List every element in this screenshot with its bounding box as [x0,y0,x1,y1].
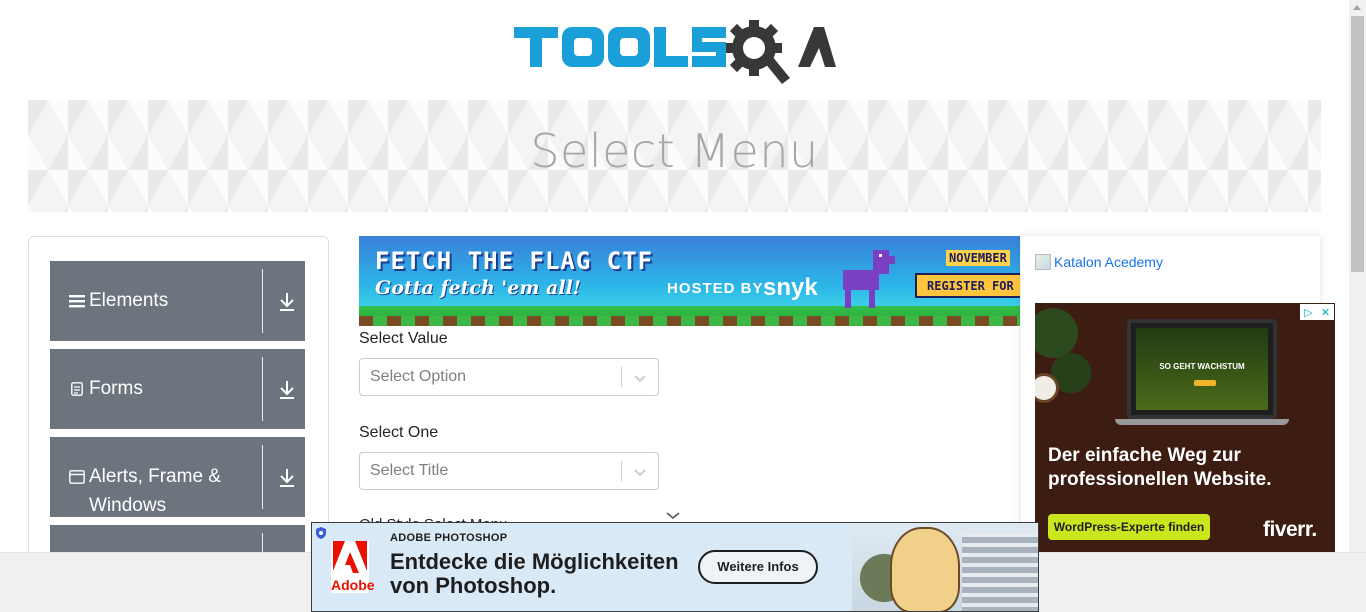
adchoices-badge[interactable]: ▷ ✕ [1300,304,1334,320]
page-scrollbar[interactable] [1349,0,1366,552]
katalon-alt-text: Katalon Acedemy [1054,254,1163,270]
sidebar-group-elements[interactable]: Elements [50,261,305,341]
broken-image-icon [1035,254,1051,270]
adobe-photoshop-ad[interactable]: Adobe ADOBE PHOTOSHOP Entdecke die Mögli… [311,522,1039,612]
adchoices-icon[interactable]: ▷ [1300,304,1317,320]
indicator-separator [621,461,622,481]
shield-icon [315,526,327,539]
fiverr-cta-button[interactable]: WordPress-Experte finden [1048,514,1210,540]
window-icon [68,462,86,491]
sidebar-group-label-cont: Windows [89,495,167,516]
indicator-separator [621,367,622,387]
scroll-up-arrow-icon[interactable] [1353,5,1361,10]
divider [262,269,263,333]
laptop-image: SO GEHT WACHSTUM [1127,319,1277,419]
chevron-down-icon[interactable] [632,464,648,480]
ad-month: NOVEMBER [946,250,1010,266]
select-value-label: Select Value [359,330,448,347]
ad-ground [359,316,1020,326]
divider [262,357,263,421]
dog-mascot [837,242,897,312]
download-icon [277,291,297,313]
close-icon[interactable]: ✕ [1317,304,1334,320]
toolsqa-logo[interactable] [514,16,838,90]
ad-register-button[interactable]: REGISTER FOR [915,273,1020,298]
ad-title: FETCH THE FLAG CTF [375,247,654,275]
select-one-dropdown[interactable]: Select Title [359,452,659,490]
sidebar-group-label: Forms [89,378,143,399]
document-icon [68,374,86,403]
select-one-label: Select One [359,424,439,441]
scrollbar-thumb[interactable] [1351,16,1364,272]
page-banner: Select Menu [28,100,1321,212]
download-icon [277,467,297,489]
katalon-academy-image[interactable]: Katalon Acedemy [1035,254,1163,270]
ad-illustration [852,523,1038,611]
laptop-base [1115,419,1289,425]
download-icon [277,379,297,401]
sidebar-group-label: Elements [89,290,169,311]
sidebar: Elements Forms Alerts, Frame & Windows [28,236,329,566]
page-title: Select Menu [530,124,819,178]
snyk-logo: snyk [763,274,818,301]
fiverr-ad[interactable]: SO GEHT WACHSTUM ▷ ✕ Der einfache Weg zu… [1035,303,1335,552]
laptop-screen-text: SO GEHT WACHSTUM [1159,362,1245,371]
select-placeholder: Select Title [370,462,449,479]
fiverr-logo: fiverr. [1263,518,1317,541]
chevron-down-icon[interactable] [664,507,682,523]
weitere-infos-button[interactable]: Weitere Infos [698,550,818,584]
select-value-dropdown[interactable]: Select Option [359,358,659,396]
ad-hosted-by: HOSTED BY [667,280,764,297]
building-decoration [962,533,1038,611]
sidebar-group-forms[interactable]: Forms [50,349,305,429]
select-placeholder: Select Option [370,368,467,385]
hamburger-icon [68,286,86,315]
chevron-down-icon[interactable] [632,370,648,386]
adobe-logo: Adobe [331,541,375,593]
fetch-the-flag-ad[interactable]: FETCH THE FLAG CTF Gotta fetch 'em all! … [359,236,1020,326]
sidebar-group-label: Alerts, Frame & [89,466,221,487]
sidebar-group-alerts-frame-windows[interactable]: Alerts, Frame & Windows [50,437,305,517]
adobe-wordmark: Adobe [331,577,375,593]
ad-kicker: ADOBE PHOTOSHOP [390,532,508,544]
character-illustration [890,527,960,611]
ad-subtitle: Gotta fetch 'em all! [375,277,582,299]
ad-headline: Entdecke die Möglichkeiten von Photoshop… [390,549,679,598]
divider [262,445,263,509]
fiverr-headline: Der einfache Weg zur professionellen Web… [1048,445,1272,490]
page: Select Menu Elements Forms Alerts, Frame… [0,0,1366,612]
